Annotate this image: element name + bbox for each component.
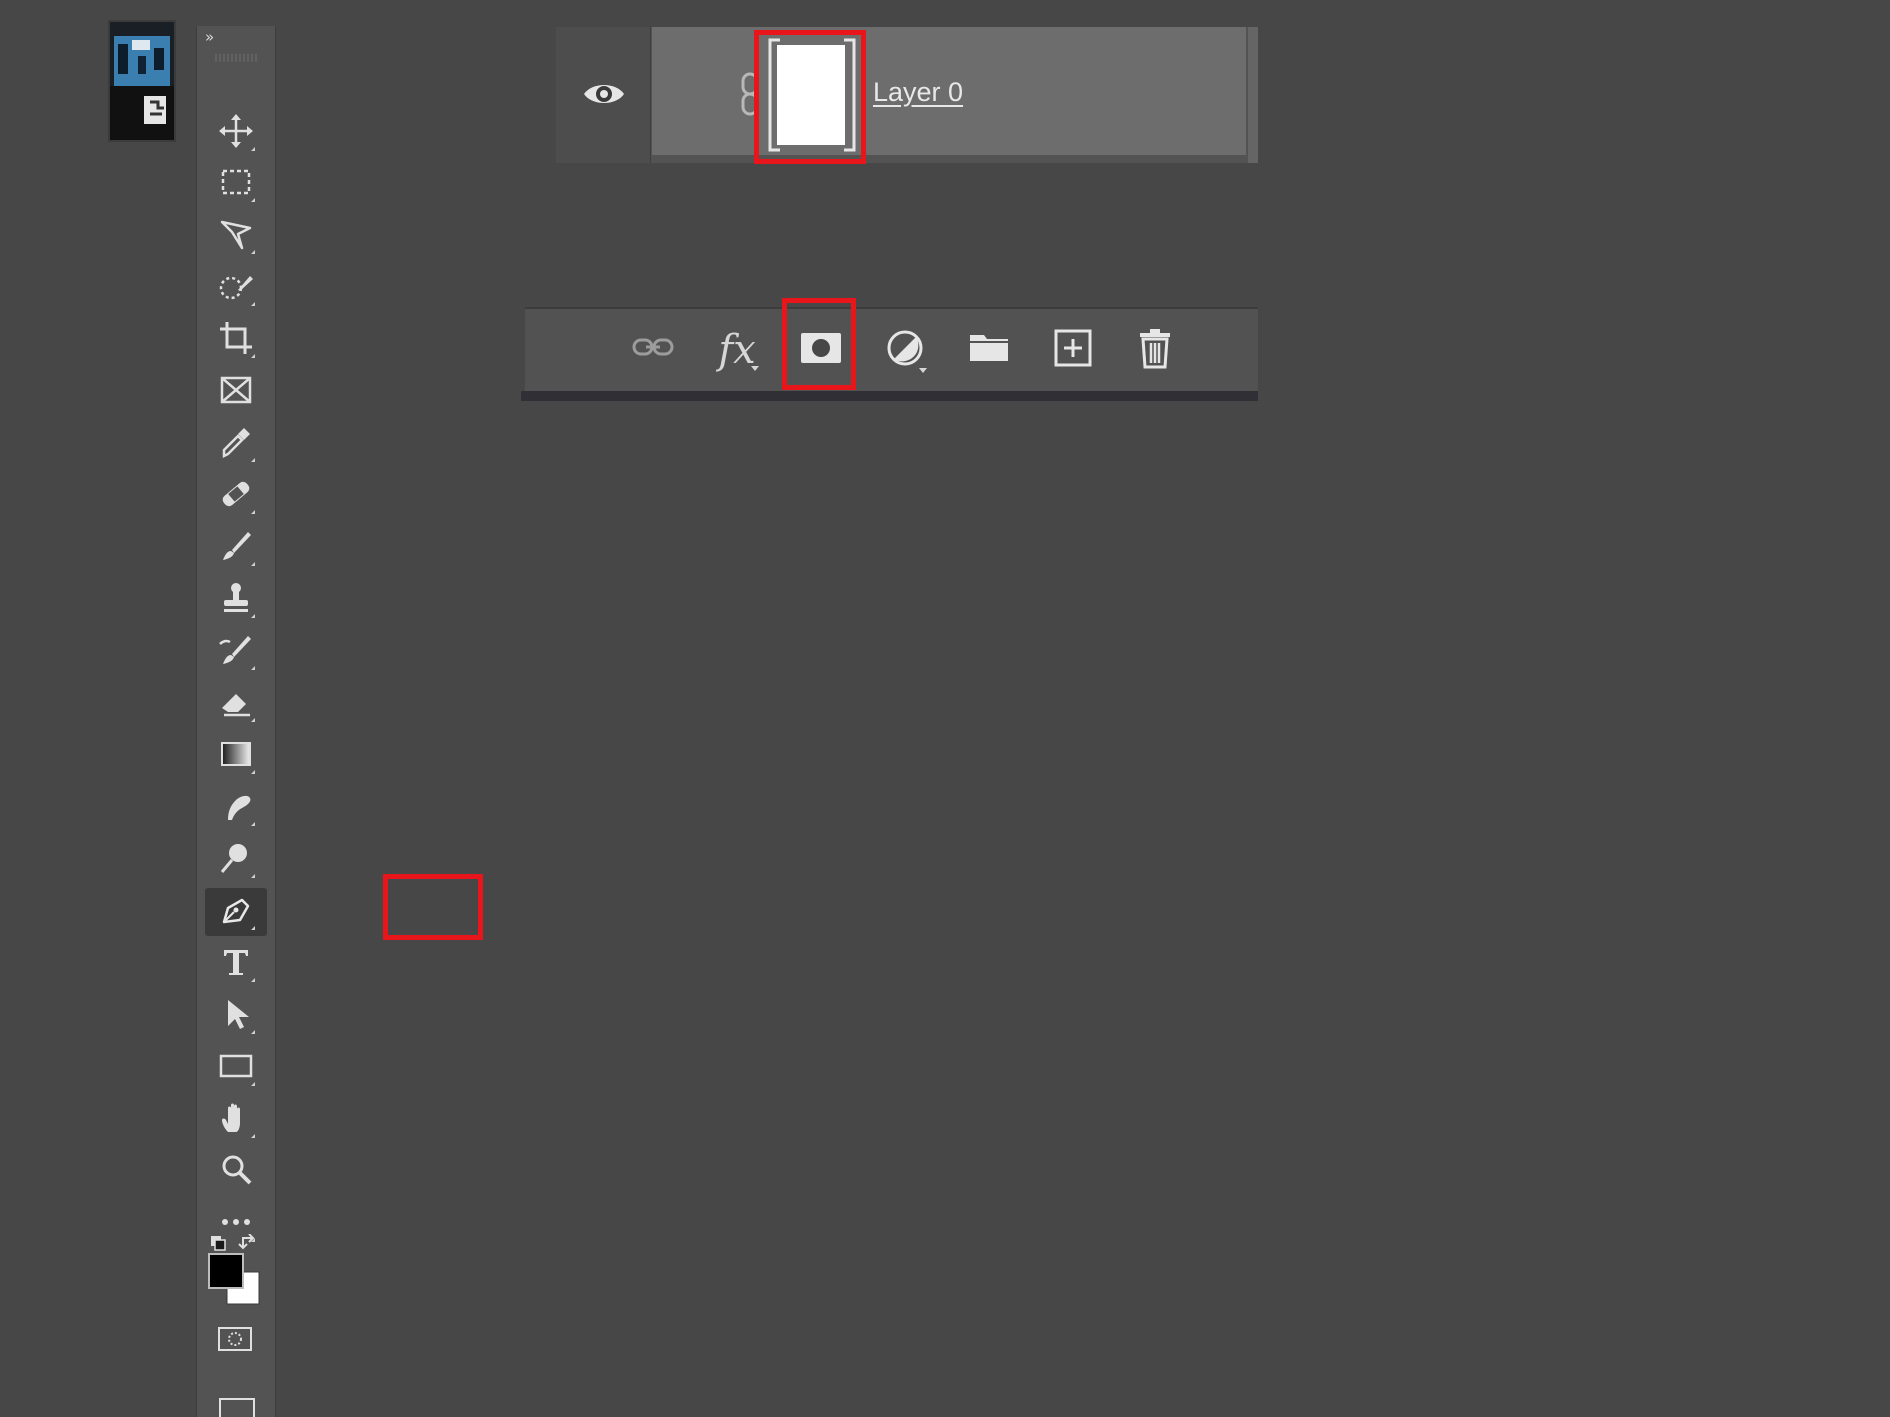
link-icon [630, 325, 676, 376]
eraser-tool[interactable] [205, 680, 267, 728]
collapse-panel-button[interactable]: » [205, 28, 214, 46]
quick-selection-tool[interactable] [205, 264, 267, 312]
rectangle-tool[interactable] [205, 1044, 267, 1092]
panel-grip[interactable] [215, 54, 257, 62]
delete-layer-button[interactable] [1127, 323, 1183, 377]
history-brush-icon [216, 630, 256, 675]
eraser-icon [216, 682, 256, 727]
bandage-icon [216, 474, 256, 519]
polygonal-lasso-icon [216, 214, 256, 259]
link-layers-button[interactable] [625, 323, 681, 377]
dodge-icon [216, 838, 256, 883]
lasso-tool[interactable] [205, 212, 267, 260]
smudge-icon [216, 786, 256, 831]
marquee-icon [216, 162, 256, 207]
quick-mask-icon[interactable] [218, 1327, 252, 1351]
dodge-tool[interactable] [205, 836, 267, 884]
gradient-tool[interactable] [205, 732, 267, 780]
frame-tool[interactable] [205, 368, 267, 416]
eye-icon [582, 79, 626, 114]
default-colors-icon[interactable] [211, 1236, 226, 1251]
move-tool[interactable] [205, 109, 267, 157]
screen-mode-icon[interactable] [219, 1398, 255, 1417]
type-icon [216, 942, 256, 987]
plus-square-icon [1050, 325, 1096, 376]
eyedropper-tool[interactable] [205, 420, 267, 468]
brush-icon [216, 526, 256, 571]
trash-icon [1132, 325, 1178, 376]
crop-tool[interactable] [205, 316, 267, 364]
panel-bottom-edge [521, 391, 1258, 401]
path-selection-tool[interactable] [205, 992, 267, 1040]
gradient-icon [216, 734, 256, 779]
pen-tool-highlight [383, 874, 483, 940]
quick-selection-icon [216, 266, 256, 311]
brush-tool[interactable] [205, 524, 267, 572]
pen-icon [216, 890, 256, 935]
add-layer-style-button[interactable]: fx [709, 323, 765, 377]
panel-scrollbar[interactable] [1248, 27, 1258, 163]
type-tool[interactable] [205, 940, 267, 988]
layer-name[interactable]: Layer 0 [873, 77, 963, 108]
new-layer-button[interactable] [1045, 323, 1101, 377]
pen-tool[interactable] [205, 888, 267, 936]
crop-icon [216, 318, 256, 363]
rectangle-icon [216, 1046, 256, 1091]
magnifier-icon [216, 1150, 256, 1195]
folder-icon [966, 325, 1012, 376]
smudge-tool[interactable] [205, 784, 267, 832]
smart-object-icon [144, 96, 166, 124]
stamp-icon [216, 578, 256, 623]
zoom-tool[interactable] [205, 1148, 267, 1196]
swap-colors-icon[interactable] [238, 1233, 255, 1250]
rectangular-marquee-tool[interactable] [205, 160, 267, 208]
layers-bottom-toolbar: fx [521, 307, 1258, 401]
history-brush-tool[interactable] [205, 628, 267, 676]
clone-stamp-tool[interactable] [205, 576, 267, 624]
visibility-toggle[interactable] [556, 27, 651, 163]
layer-thumbnail[interactable] [108, 20, 176, 142]
layer-mask-highlight [754, 30, 866, 164]
eyedropper-icon [216, 422, 256, 467]
add-mask-highlight [782, 298, 856, 390]
tools-panel: » [196, 26, 483, 1417]
arrow-icon [216, 994, 256, 1039]
foreground-color-swatch[interactable] [208, 1253, 244, 1289]
hand-icon [216, 1098, 256, 1143]
adjustment-layer-button[interactable] [877, 323, 933, 377]
color-swatches [205, 1233, 267, 1354]
move-icon [216, 111, 256, 156]
new-group-button[interactable] [961, 323, 1017, 377]
hand-tool[interactable] [205, 1096, 267, 1144]
healing-brush-tool[interactable] [205, 472, 267, 520]
frame-icon [216, 370, 256, 415]
